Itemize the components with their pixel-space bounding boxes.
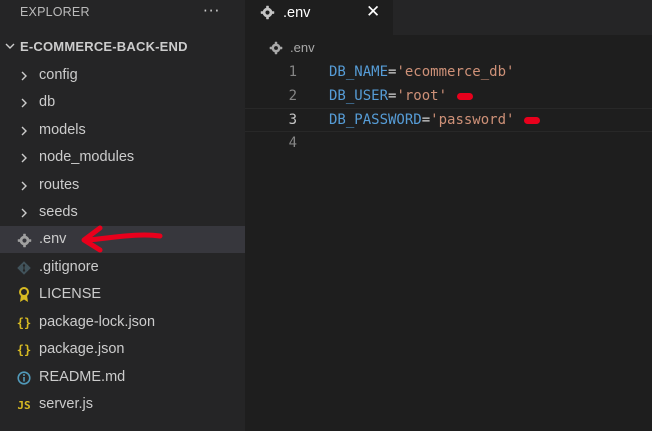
line-number: 3 <box>288 112 297 128</box>
tree-item-icon-wrap <box>16 287 32 303</box>
license-icon <box>19 287 29 302</box>
tree-item-icon-wrap <box>16 95 32 111</box>
file-item[interactable]: .gitignore <box>0 254 245 281</box>
code-line[interactable]: 3 DB_PASSWORD='password' <box>245 108 652 132</box>
tree-item-label: routes <box>39 177 80 193</box>
tree-item-icon-wrap: {} <box>16 342 32 358</box>
tree-item-icon-wrap: JS <box>16 397 32 413</box>
tab-label: .env <box>283 5 311 21</box>
code-text: DB_USER='root' <box>329 88 474 104</box>
git-icon <box>17 261 31 275</box>
equals-sign: = <box>421 112 431 128</box>
project-root-folder[interactable]: E-COMMERCE-BACK-END <box>0 34 245 60</box>
env-value: 'password' <box>430 112 515 128</box>
tree-item-label: package.json <box>39 341 125 357</box>
folder-item[interactable]: db <box>0 89 245 116</box>
tree-item-label: node_modules <box>39 149 135 165</box>
breadcrumb[interactable]: .env <box>245 36 652 58</box>
tree-item-label: seeds <box>39 204 78 220</box>
env-key: DB_PASSWORD <box>329 112 422 128</box>
info-icon <box>17 371 31 385</box>
tree-item-label: .gitignore <box>39 259 99 275</box>
json-icon: {} <box>16 343 32 357</box>
chevron-right-icon <box>21 126 27 136</box>
breadcrumb-file: .env <box>290 40 315 55</box>
env-key: DB_NAME <box>329 64 389 80</box>
file-item[interactable]: .env <box>0 226 245 253</box>
env-value: 'root' <box>396 88 448 104</box>
code-line[interactable]: 4 <box>245 132 652 156</box>
line-number: 2 <box>288 88 297 104</box>
tree-item-icon-wrap <box>16 260 32 276</box>
tree-item-label: LICENSE <box>39 286 102 302</box>
tree-item-icon-wrap <box>16 123 32 139</box>
code-text: DB_PASSWORD='password' <box>329 112 541 128</box>
editor-tab-bar: .env ✕ <box>245 0 652 35</box>
file-item[interactable]: {} package-lock.json <box>0 309 245 336</box>
gear-icon <box>260 5 275 20</box>
file-item[interactable]: README.md <box>0 364 245 391</box>
line-number: 4 <box>288 135 297 151</box>
code-line[interactable]: 1 DB_NAME='ecommerce_db' <box>245 61 652 85</box>
line-number: 1 <box>288 64 297 80</box>
tree-item-label: .env <box>39 231 67 247</box>
file-item[interactable]: JS server.js <box>0 391 245 418</box>
tree-item-icon-wrap <box>16 232 32 248</box>
tree-item-label: README.md <box>39 369 126 385</box>
folder-item[interactable]: routes <box>0 172 245 199</box>
file-item[interactable]: LICENSE <box>0 281 245 308</box>
tree-item-icon-wrap <box>16 178 32 194</box>
tree-item-icon-wrap <box>16 150 32 166</box>
tree-item-icon-wrap: {} <box>16 315 32 331</box>
explorer-title: EXPLORER <box>20 5 90 19</box>
env-key: DB_USER <box>329 88 389 104</box>
tree-item-icon-wrap <box>16 370 32 386</box>
code-text: DB_NAME='ecommerce_db' <box>329 64 514 80</box>
folder-item[interactable]: seeds <box>0 199 245 226</box>
redaction-mark <box>524 116 541 124</box>
folder-item[interactable]: node_modules <box>0 144 245 171</box>
folder-item[interactable]: config <box>0 62 245 89</box>
gear-icon <box>17 233 31 247</box>
chevron-down-icon <box>5 43 15 49</box>
js-icon: JS <box>17 398 31 412</box>
chevron-right-icon <box>21 208 27 218</box>
chevron-right-icon <box>21 71 27 81</box>
tree-item-label: config <box>39 67 78 83</box>
tree-item-icon-wrap <box>16 205 32 221</box>
more-actions-icon[interactable]: ··· <box>203 2 220 20</box>
file-item[interactable]: {} package.json <box>0 336 245 363</box>
tab-env[interactable]: .env ✕ <box>245 0 393 35</box>
tree-item-label: db <box>39 94 56 110</box>
code-line[interactable]: 2 DB_USER='root' <box>245 85 652 109</box>
folder-item[interactable]: models <box>0 117 245 144</box>
gear-icon <box>269 41 283 55</box>
tree-item-label: models <box>39 122 86 138</box>
explorer-header: EXPLORER ··· <box>0 0 245 25</box>
tree-item-label: package-lock.json <box>39 314 156 330</box>
json-icon: {} <box>16 316 32 330</box>
explorer-sidebar: EXPLORER ··· E-COMMERCE-BACK-END config … <box>0 0 245 431</box>
chevron-right-icon <box>21 181 27 191</box>
chevron-right-icon <box>21 153 27 163</box>
redaction-mark <box>457 92 474 100</box>
chevron-right-icon <box>21 98 27 108</box>
close-icon[interactable]: ✕ <box>366 2 380 22</box>
project-name: E-COMMERCE-BACK-END <box>20 39 188 54</box>
tree-item-label: server.js <box>39 396 93 412</box>
env-value: 'ecommerce_db' <box>396 64 515 80</box>
tree-item-icon-wrap <box>16 68 32 84</box>
